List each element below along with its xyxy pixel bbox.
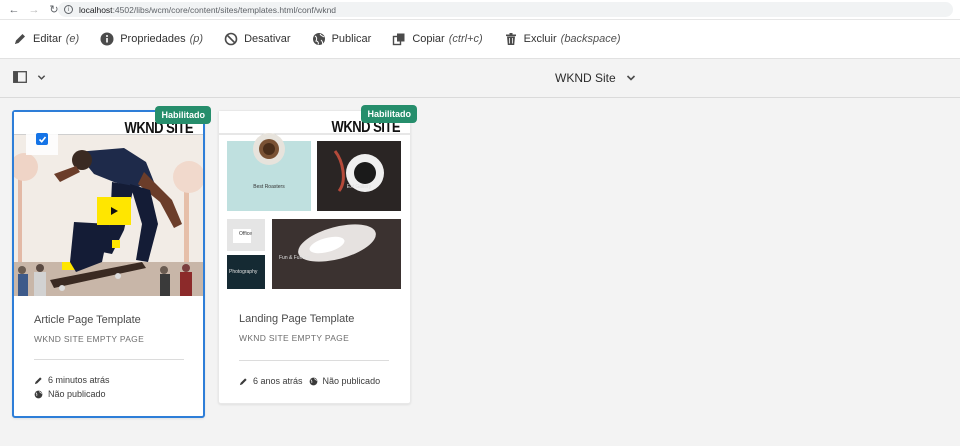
copy-label: Copiar [412,33,445,45]
site-info-icon[interactable]: i [64,5,73,14]
disable-button[interactable]: Desativar [224,26,291,52]
tile-fun-label: Fun & Furious [279,255,311,261]
edit-label: Editar [33,33,62,45]
address-bar[interactable]: i localhost:4502/libs/wcm/core/content/s… [58,2,953,17]
delete-button[interactable]: Excluir (backspace) [504,26,621,52]
card-subtitle: WKND SITE EMPTY PAGE [34,334,145,344]
copy-icon [392,32,406,46]
publish-button[interactable]: Publicar [312,26,372,52]
globe-icon [312,32,326,46]
url-host: localhost [79,4,113,15]
modified-time: 6 anos atrás [253,376,303,386]
card-title: Landing Page Template [239,313,355,325]
delete-label: Excluir [523,33,557,45]
globe-icon [34,390,43,398]
delete-shortcut: (backspace) [560,33,621,45]
tile-office-label: Office [239,231,252,237]
card-subtitle: WKND SITE EMPTY PAGE [239,333,350,343]
modified-info: 6 anos atrás Não publicado [239,376,380,386]
play-icon [97,197,131,225]
pencil-icon [34,376,42,384]
pencil-icon [239,377,247,385]
publish-label: Publicar [331,33,372,45]
card-divider [239,360,389,361]
chevron-down-icon [37,74,46,80]
publish-status: Não publicado [48,389,106,399]
landing-preview-image [219,133,410,289]
disable-icon [224,32,238,46]
modified-time: 6 minutos atrás [48,375,110,385]
globe-icon [309,377,317,385]
publish-info: Não publicado [34,389,106,399]
template-card-article[interactable]: Habilitado WKND SITE Article Page Templa… [12,106,211,418]
info-icon [100,32,114,46]
url-path: :4502/libs/wcm/core/content/sites/templa… [112,4,337,15]
tile-roasters-label: Best Roasters [253,184,285,190]
status-badge: Habilitado [155,106,211,124]
panel-icon [13,71,27,83]
properties-shortcut: (p) [189,33,204,45]
select-checkbox[interactable] [36,133,48,145]
properties-label: Propriedades [120,33,186,45]
copy-shortcut: (ctrl+c) [448,33,483,45]
site-title: WKND Site [555,71,616,85]
template-card-landing[interactable]: Habilitado WKND SITE Best Roasters Ext G… [218,105,417,404]
card-divider [34,359,184,360]
browser-toolbar: ← → ↻ i localhost:4502/libs/wcm/core/con… [0,0,960,19]
rail-toggle-button[interactable] [13,71,46,83]
site-selector[interactable]: WKND Site [555,71,636,85]
card-title: Article Page Template [34,314,141,326]
trash-icon [504,32,518,46]
modified-info: 6 minutos atrás [34,375,110,385]
disable-label: Desativar [244,33,291,45]
pencil-icon [13,32,27,46]
forward-icon[interactable]: → [27,3,41,17]
status-badge: Habilitado [361,105,417,123]
tile-gallery-label: Ext Gallery [346,184,372,190]
edit-button[interactable]: Editar (e) [13,26,79,52]
action-bar: Editar (e) Propriedades (p) Desativar Pu… [0,19,960,59]
back-icon[interactable]: ← [7,3,21,17]
tile-photography-label: Photography [229,269,258,275]
properties-button[interactable]: Propriedades (p) [100,26,203,52]
edit-shortcut: (e) [65,33,80,45]
content-header: WKND Site [0,59,960,98]
chevron-down-icon [626,75,635,81]
publish-status: Não publicado [322,376,381,386]
card-thumbnail: WKND SITE Best Roasters Ext Gallery Offi… [219,111,410,295]
copy-button[interactable]: Copiar (ctrl+c) [392,26,483,52]
